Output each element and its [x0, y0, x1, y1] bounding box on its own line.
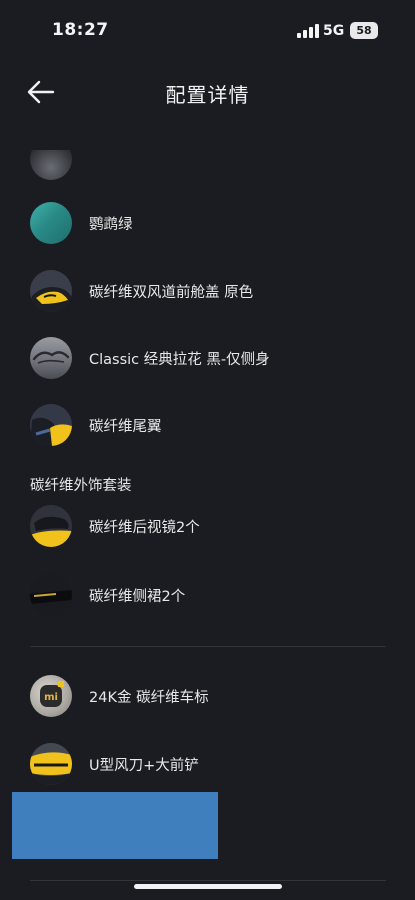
list-item[interactable]: Classic 经典拉花 黑-仅侧身: [0, 328, 415, 388]
front-lip-thumbnail: [30, 743, 72, 785]
redacted-block: [12, 792, 218, 859]
nav-bar: 配置详情: [0, 66, 415, 120]
item-label: 碳纤维尾翼: [89, 419, 162, 435]
list-item[interactable]: 鹦鹉绿: [0, 193, 415, 253]
svg-text:mi: mi: [44, 692, 58, 703]
list-item[interactable]: 碳纤维侧裙2个: [0, 565, 415, 625]
carbon-hood-thumbnail: [30, 270, 72, 312]
item-label: 鹦鹉绿: [89, 217, 133, 233]
divider: [30, 880, 386, 881]
network-type: 5G: [323, 23, 345, 39]
color-swatch-teal: [30, 202, 72, 244]
list-item[interactable]: mi 24K金 碳纤维车标: [0, 666, 415, 726]
list-item[interactable]: 碳纤维尾翼: [0, 395, 415, 455]
scrolled-item-thumbnail: [30, 150, 72, 180]
battery-icon: 58: [350, 22, 378, 39]
side-skirt-thumbnail: [30, 574, 72, 616]
item-label: Classic 经典拉花 黑-仅侧身: [89, 352, 270, 368]
list-item[interactable]: 碳纤维双风道前舱盖 原色: [0, 261, 415, 321]
decal-thumbnail: [30, 337, 72, 379]
item-label: U型风刀+大前铲: [89, 758, 199, 774]
status-time: 18:27: [52, 20, 109, 40]
list-item[interactable]: U型风刀+大前铲: [0, 734, 415, 794]
item-label: 碳纤维侧裙2个: [89, 589, 186, 605]
badge-thumbnail: mi: [30, 675, 72, 717]
signal-strength-icon: [297, 24, 319, 38]
mirror-thumbnail: [30, 505, 72, 547]
carbon-spoiler-thumbnail: [30, 404, 72, 446]
section-heading: 碳纤维外饰套装: [30, 478, 132, 494]
status-bar: 18:27 5G 58: [0, 0, 415, 58]
item-label: 24K金 碳纤维车标: [89, 690, 209, 706]
home-indicator[interactable]: [134, 884, 282, 889]
list-item[interactable]: 碳纤维后视镜2个: [0, 496, 415, 556]
item-label: 碳纤维后视镜2个: [89, 520, 200, 536]
page-title: 配置详情: [165, 83, 250, 107]
item-label: 碳纤维双风道前舱盖 原色: [89, 285, 254, 301]
divider: [30, 646, 386, 647]
